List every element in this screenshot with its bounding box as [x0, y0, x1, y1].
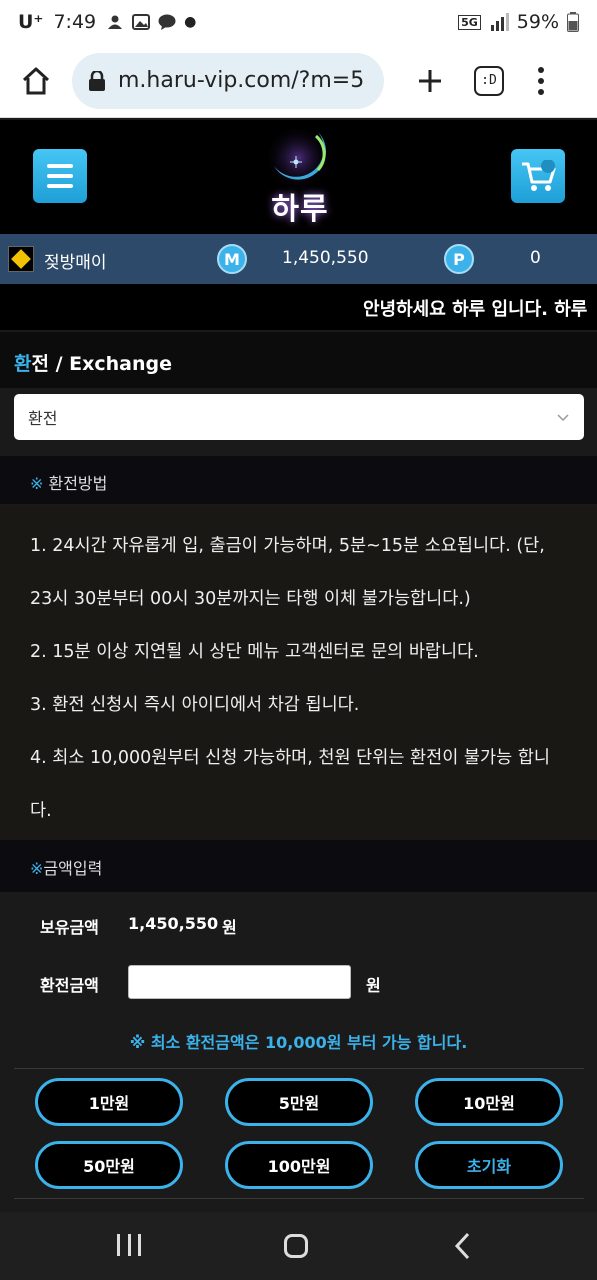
site-header: 하루 — [0, 120, 597, 234]
amount-button-1m[interactable]: 100만원 — [225, 1141, 373, 1189]
menu-line-icon — [47, 164, 73, 168]
balance-value: 1,450,550 — [128, 914, 219, 933]
page-title-rest: 전 / Exchange — [31, 353, 172, 375]
amount-button-10k[interactable]: 1만원 — [35, 1078, 183, 1126]
more-notifications-icon: ● — [184, 14, 197, 30]
logo-text: 하루 — [271, 192, 329, 227]
system-navigation-bar — [0, 1212, 597, 1280]
howto-line: 3. 환전 신청시 즉시 아이디에서 차감 됩니다. — [30, 695, 360, 715]
page-title: 환전 / Exchange — [14, 349, 172, 376]
notice-marquee: 안녕하세요 하루 입니다. 하루 — [0, 284, 597, 330]
menu-line-icon — [47, 184, 73, 188]
chevron-down-icon — [557, 414, 569, 422]
moon-logo-icon — [264, 124, 332, 192]
battery-percent: 59% — [516, 11, 559, 33]
battery-icon — [567, 12, 579, 32]
hamburger-menu-button[interactable] — [33, 149, 87, 203]
dot-icon — [538, 77, 544, 84]
minimum-notice: ※ 최소 환전금액은 10,000원 부터 가능 합니다. — [129, 1033, 468, 1052]
howto-line: 1. 24시간 자유롭게 입, 출금이 가능하며, 5분~15분 소요됩니다. … — [30, 536, 545, 609]
marquee-text: 안녕하세요 하루 입니다. 하루 — [363, 299, 588, 320]
system-home-button[interactable] — [284, 1234, 308, 1258]
divider — [14, 1198, 584, 1199]
member-info-bar: 젖방매이 M 1,450,550 P 0 — [0, 234, 597, 284]
divider — [14, 1068, 584, 1069]
howto-line: 4. 최소 10,000원부터 신청 가능하며, 천원 단위는 환전이 불가능 … — [30, 748, 550, 821]
howto-line: 2. 15분 이상 지연될 시 상단 메뉴 고객센터로 문의 바랍니다. — [30, 642, 479, 662]
rank-badge-icon — [8, 246, 34, 272]
money-icon: M — [217, 244, 247, 274]
howto-header: ※ 환전방법 — [0, 456, 597, 504]
tab-switcher-button[interactable]: :D — [474, 65, 504, 96]
page-title-accent: 환 — [14, 353, 32, 375]
amount-button-50k[interactable]: 5만원 — [225, 1078, 373, 1126]
recent-apps-button[interactable] — [117, 1234, 141, 1256]
exchange-type-select[interactable]: 환전 — [14, 394, 584, 440]
balance-unit: 원 — [222, 918, 237, 937]
amount-title: ※금액입력 — [30, 859, 103, 878]
menu-line-icon — [47, 174, 73, 178]
site-logo[interactable]: 하루 — [248, 122, 352, 232]
browser-home-button[interactable] — [14, 59, 58, 103]
select-value: 환전 — [28, 409, 58, 428]
recent-line-icon — [117, 1234, 120, 1256]
talk-icon — [158, 14, 176, 30]
lock-icon — [89, 70, 105, 91]
back-button[interactable] — [452, 1232, 476, 1260]
dot-icon — [538, 66, 544, 73]
carrier-label: U⁺ — [18, 11, 44, 33]
clock: 7:49 — [53, 11, 97, 33]
balance-label: 보유금액 — [40, 918, 99, 937]
app-notification-icon — [108, 15, 123, 29]
page-title-bar: 환전 / Exchange — [0, 332, 597, 388]
address-bar[interactable]: m.haru-vip.com/?m=5 — [72, 52, 384, 109]
dot-icon — [538, 88, 544, 95]
home-icon — [22, 67, 50, 94]
money-balance: 1,450,550 — [282, 248, 369, 268]
exchange-amount-input[interactable] — [128, 965, 351, 999]
signal-icon — [490, 13, 509, 31]
recent-line-icon — [127, 1234, 131, 1256]
exchange-amount-unit: 원 — [366, 976, 381, 995]
gallery-icon — [132, 14, 151, 30]
username[interactable]: 젖방매이 — [44, 248, 107, 273]
amount-button-100k[interactable]: 10만원 — [415, 1078, 563, 1126]
point-balance: 0 — [530, 248, 541, 268]
browser-menu-button[interactable] — [536, 66, 546, 95]
point-icon: P — [444, 244, 474, 274]
howto-content: 1. 24시간 자유롭게 입, 출금이 가능하며, 5분~15분 소요됩니다. … — [0, 506, 597, 840]
network-type: 5G — [458, 14, 481, 30]
amount-header: ※금액입력 — [0, 840, 597, 892]
plus-icon — [419, 69, 441, 92]
amount-button-500k[interactable]: 50만원 — [35, 1141, 183, 1189]
browser-toolbar: m.haru-vip.com/?m=5 :D — [0, 44, 597, 118]
exchange-amount-label: 환전금액 — [40, 976, 99, 995]
cart-button[interactable] — [511, 149, 565, 203]
new-tab-button[interactable] — [410, 61, 450, 101]
howto-title: ※ 환전방법 — [30, 474, 108, 493]
reset-button[interactable]: 초기화 — [415, 1141, 563, 1189]
status-bar: U⁺ 7:49 ● 5G 59% — [0, 0, 597, 44]
url-text: m.haru-vip.com/?m=5 — [118, 68, 365, 93]
cart-icon — [522, 160, 556, 191]
recent-line-icon — [138, 1234, 141, 1256]
tab-switcher-label: :D — [481, 73, 497, 88]
